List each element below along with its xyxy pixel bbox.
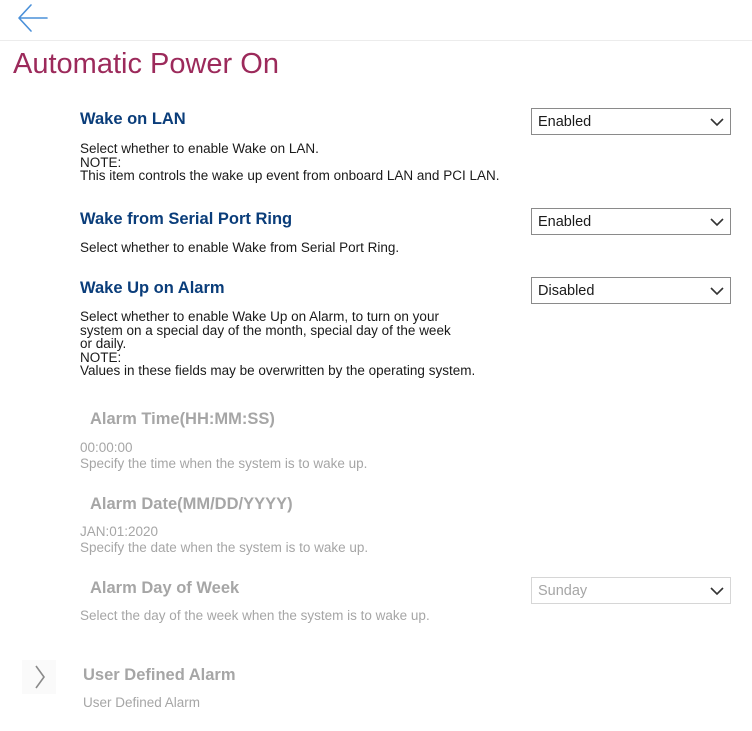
alarm-time-value: 00:00:00 [80, 440, 133, 455]
alarm-date-value: JAN:01:2020 [80, 524, 159, 539]
wake-serial-select[interactable]: Enabled [531, 208, 731, 235]
chevron-down-icon [710, 587, 724, 596]
alarm-day-label: Alarm Day of Week [90, 579, 240, 597]
top-bar [0, 0, 752, 41]
wake-on-lan-value: Enabled [538, 114, 592, 130]
wake-on-lan-help: Select whether to enable Wake on LAN. NO… [80, 141, 500, 183]
alarm-time-label: Alarm Time(HH:MM:SS) [90, 410, 275, 428]
alarm-day-help: Select the day of the week when the syst… [80, 608, 430, 623]
alarm-date-label: Alarm Date(MM/DD/YYYY) [90, 495, 293, 513]
user-alarm-help: User Defined Alarm [83, 695, 201, 710]
page-title: Automatic Power On [13, 48, 279, 80]
user-alarm-label[interactable]: User Defined Alarm [83, 666, 236, 685]
wake-on-lan-label: Wake on LAN [80, 110, 186, 128]
wake-serial-label: Wake from Serial Port Ring [80, 210, 293, 228]
chevron-down-icon [710, 287, 724, 296]
alarm-day-select: Sunday [531, 577, 731, 604]
wake-on-lan-select[interactable]: Enabled [531, 108, 731, 135]
wake-alarm-label: Wake Up on Alarm [80, 279, 225, 297]
wake-alarm-select[interactable]: Disabled [531, 277, 731, 304]
chevron-right-icon [35, 665, 45, 689]
alarm-time-help: Specify the time when the system is to w… [80, 456, 368, 471]
wake-serial-value: Enabled [538, 214, 592, 230]
alarm-day-value: Sunday [538, 583, 588, 599]
wake-serial-help: Select whether to enable Wake from Seria… [80, 240, 400, 255]
alarm-date-help: Specify the date when the system is to w… [80, 540, 369, 555]
chevron-down-icon [710, 218, 724, 227]
wake-alarm-value: Disabled [538, 283, 595, 299]
chevron-down-icon [710, 118, 724, 127]
user-alarm-expand-button[interactable] [22, 660, 56, 694]
wake-alarm-help: Select whether to enable Wake Up on Alar… [80, 309, 476, 378]
back-button[interactable] [16, 0, 50, 36]
back-arrow-icon [18, 4, 48, 32]
